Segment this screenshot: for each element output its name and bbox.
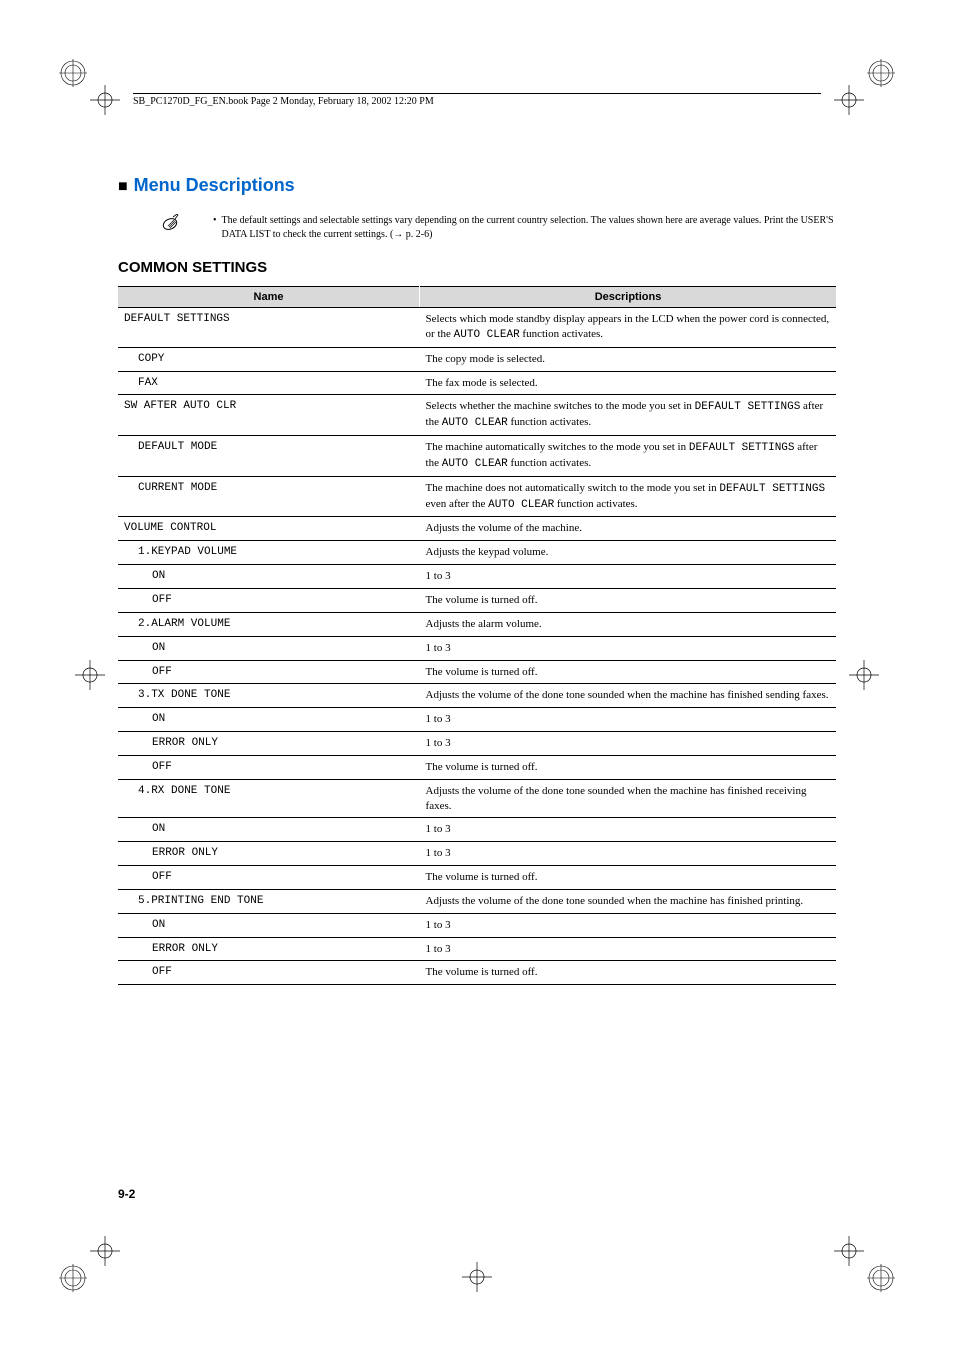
section-title-text: Menu Descriptions bbox=[134, 175, 295, 195]
note-text: • The default settings and selectable se… bbox=[213, 214, 836, 241]
table-row: FAXThe fax mode is selected. bbox=[118, 371, 836, 395]
table-row: ERROR ONLY1 to 3 bbox=[118, 842, 836, 866]
table-row: OFFThe volume is turned off. bbox=[118, 755, 836, 779]
table-row: ON1 to 3 bbox=[118, 913, 836, 937]
crop-mark-icon bbox=[834, 1236, 864, 1266]
crop-mark-icon bbox=[834, 85, 864, 115]
registration-mark-icon bbox=[59, 1264, 87, 1292]
square-bullet-icon: ■ bbox=[118, 178, 128, 195]
table-row: ERROR ONLY1 to 3 bbox=[118, 732, 836, 756]
crop-mark-icon bbox=[90, 85, 120, 115]
note-icon bbox=[160, 214, 178, 237]
table-row: COPYThe copy mode is selected. bbox=[118, 347, 836, 371]
table-row: DEFAULT SETTINGSSelects which mode stand… bbox=[118, 308, 836, 348]
crop-mark-icon bbox=[90, 1236, 120, 1266]
table-row: ON1 to 3 bbox=[118, 636, 836, 660]
table-row: 2.ALARM VOLUMEAdjusts the alarm volume. bbox=[118, 612, 836, 636]
table-row: 5.PRINTING END TONEAdjusts the volume of… bbox=[118, 889, 836, 913]
table-row: ON1 to 3 bbox=[118, 565, 836, 589]
crop-mark-icon bbox=[849, 660, 879, 690]
table-row: OFFThe volume is turned off. bbox=[118, 866, 836, 890]
table-row: OFFThe volume is turned off. bbox=[118, 961, 836, 985]
table-row: ON1 to 3 bbox=[118, 818, 836, 842]
registration-mark-icon bbox=[867, 59, 895, 87]
table-row: CURRENT MODEThe machine does not automat… bbox=[118, 476, 836, 517]
settings-table: Name Descriptions DEFAULT SETTINGSSelect… bbox=[118, 286, 836, 985]
crop-mark-icon bbox=[462, 1262, 492, 1292]
table-row: OFFThe volume is turned off. bbox=[118, 660, 836, 684]
table-row: 4.RX DONE TONEAdjusts the volume of the … bbox=[118, 779, 836, 818]
table-row: DEFAULT MODEThe machine automatically sw… bbox=[118, 436, 836, 477]
section-title: ■ Menu Descriptions bbox=[118, 175, 836, 196]
registration-mark-icon bbox=[867, 1264, 895, 1292]
table-row: ERROR ONLY1 to 3 bbox=[118, 937, 836, 961]
document-header: SB_PC1270D_FG_EN.book Page 2 Monday, Feb… bbox=[133, 93, 821, 107]
table-row: 3.TX DONE TONEAdjusts the volume of the … bbox=[118, 684, 836, 708]
table-row: ON1 to 3 bbox=[118, 708, 836, 732]
registration-mark-icon bbox=[59, 59, 87, 87]
crop-mark-icon bbox=[75, 660, 105, 690]
table-row: 1.KEYPAD VOLUMEAdjusts the keypad volume… bbox=[118, 541, 836, 565]
subsection-title: COMMON SETTINGS bbox=[118, 259, 836, 276]
table-row: OFFThe volume is turned off. bbox=[118, 588, 836, 612]
page-number: 9-2 bbox=[118, 1187, 135, 1201]
column-header-name: Name bbox=[118, 287, 420, 308]
table-row: SW AFTER AUTO CLRSelects whether the mac… bbox=[118, 395, 836, 436]
column-header-descriptions: Descriptions bbox=[420, 287, 836, 308]
table-row: VOLUME CONTROLAdjusts the volume of the … bbox=[118, 517, 836, 541]
